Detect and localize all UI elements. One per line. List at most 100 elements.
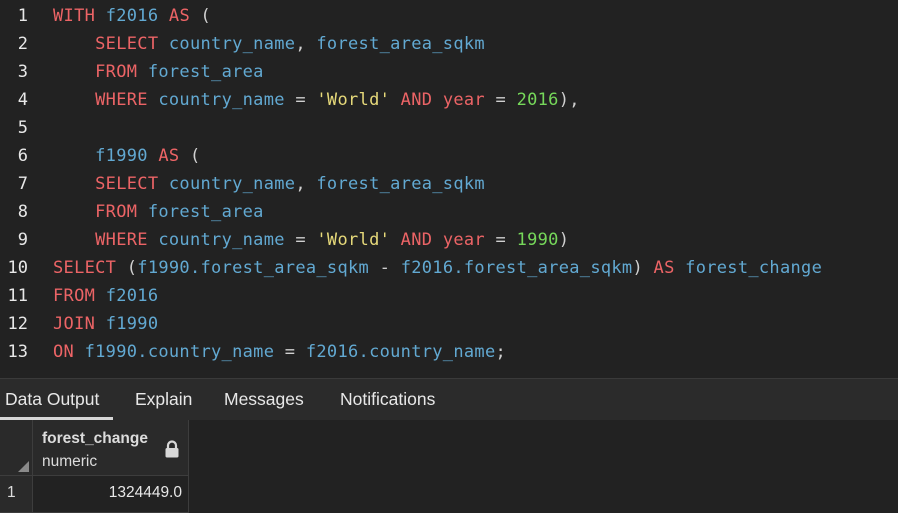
row-number[interactable]: 1 [0, 476, 33, 513]
code-token: AS [158, 146, 180, 166]
code-token: f1990.forest_area_sqkm [137, 258, 380, 278]
code-token: 'World' [316, 90, 401, 110]
line-number: 7 [17, 174, 28, 194]
code-token: country_name [158, 230, 296, 250]
code-line: f1990 AS ( [53, 142, 898, 170]
line-number: 13 [7, 342, 28, 362]
code-line: FROM forest_area [53, 58, 898, 86]
column-header-forest-change[interactable]: forest_change numeric [33, 420, 189, 476]
code-token: SELECT [53, 258, 127, 278]
code-token: f2016 [105, 6, 169, 26]
code-token: f2016.country_name [305, 342, 496, 362]
code-token: ) [632, 258, 654, 278]
code-token: ON [53, 342, 85, 362]
code-token: forest_change [685, 258, 823, 278]
code-token: f1990.country_name [84, 342, 285, 362]
corner-triangle-icon [18, 461, 29, 472]
code-token: ), [558, 90, 580, 110]
code-token: FROM [95, 62, 148, 82]
code-token: SELECT [95, 174, 169, 194]
column-type: numeric [42, 453, 98, 470]
line-number: 10 [7, 258, 28, 278]
code-line: SELECT country_name, forest_area_sqkm [53, 30, 898, 58]
code-token: AND [400, 90, 443, 110]
code-token: f1990 [95, 146, 159, 166]
code-token: forest_area_sqkm [316, 174, 485, 194]
code-token: 2016 [516, 90, 559, 110]
line-number: 2 [17, 34, 28, 54]
code-token: country_name [168, 174, 296, 194]
results-tab-bar: Data Output Explain Messages Notificatio… [0, 378, 898, 420]
tab-data-output[interactable]: Data Output [0, 379, 114, 420]
code-token: f2016.forest_area_sqkm [400, 258, 633, 278]
lock-icon [165, 440, 179, 458]
code-token: year [442, 230, 496, 250]
code-token: f2016 [105, 286, 159, 306]
code-token: forest_area_sqkm [316, 34, 485, 54]
code-line: WHERE country_name = 'World' AND year = … [53, 86, 898, 114]
data-output-grid: forest_change numeric 1 1324449.0 [0, 420, 898, 513]
code-token: ) [558, 230, 570, 250]
tab-messages[interactable]: Messages [219, 379, 318, 420]
line-number: 1 [17, 6, 28, 26]
code-token: = [495, 230, 517, 250]
code-token: 'World' [316, 230, 401, 250]
code-line: ON f1990.country_name = f2016.country_na… [53, 338, 898, 366]
code-token: SELECT [95, 34, 169, 54]
code-token: WITH [53, 6, 106, 26]
code-token: year [442, 90, 496, 110]
line-number: 11 [7, 286, 28, 306]
code-line: WHERE country_name = 'World' AND year = … [53, 226, 898, 254]
code-token: ( [126, 258, 138, 278]
code-token: ( [179, 146, 201, 166]
code-line: FROM forest_area [53, 198, 898, 226]
code-token: FROM [53, 286, 106, 306]
code-token: WHERE [95, 90, 159, 110]
code-area[interactable]: WITH f2016 AS ( SELECT country_name, for… [53, 2, 898, 366]
line-number: 5 [17, 118, 28, 138]
code-line: FROM f2016 [53, 282, 898, 310]
code-token: WHERE [95, 230, 159, 250]
line-number: 8 [17, 202, 28, 222]
line-number-gutter: 1 2 3 4 5 6 7 8 9 10 11 12 13 [0, 2, 44, 366]
line-number: 4 [17, 90, 28, 110]
code-token: AS [653, 258, 686, 278]
code-line: SELECT (f1990.forest_area_sqkm - f2016.f… [53, 254, 898, 282]
code-token: , [295, 174, 317, 194]
line-number: 12 [7, 314, 28, 334]
code-token: - [379, 258, 401, 278]
code-token: , [295, 34, 317, 54]
code-token: forest_area [147, 202, 264, 222]
code-line: WITH f2016 AS ( [53, 2, 898, 30]
sql-editor[interactable]: 1 2 3 4 5 6 7 8 9 10 11 12 13 WITH f2016 AS ( SELECT… [0, 0, 898, 378]
code-token: FROM [95, 202, 148, 222]
select-all-corner[interactable] [0, 420, 33, 476]
code-token: 1990 [516, 230, 559, 250]
code-token: country_name [158, 90, 296, 110]
line-number: 9 [17, 230, 28, 250]
tab-explain[interactable]: Explain [130, 379, 206, 420]
code-token: forest_area [147, 62, 264, 82]
line-number: 6 [17, 146, 28, 166]
code-token: AND [400, 230, 443, 250]
column-name: forest_change [42, 430, 148, 447]
line-number: 3 [17, 62, 28, 82]
tab-notifications[interactable]: Notifications [335, 379, 449, 420]
table-cell[interactable]: 1324449.0 [33, 476, 189, 513]
code-token: ; [495, 342, 507, 362]
code-token: = [284, 342, 306, 362]
code-token: ( [189, 6, 212, 26]
code-token: = [495, 90, 517, 110]
code-token: f1990 [105, 314, 159, 334]
code-line: SELECT country_name, forest_area_sqkm [53, 170, 898, 198]
code-token: country_name [168, 34, 296, 54]
code-token: = [295, 230, 317, 250]
